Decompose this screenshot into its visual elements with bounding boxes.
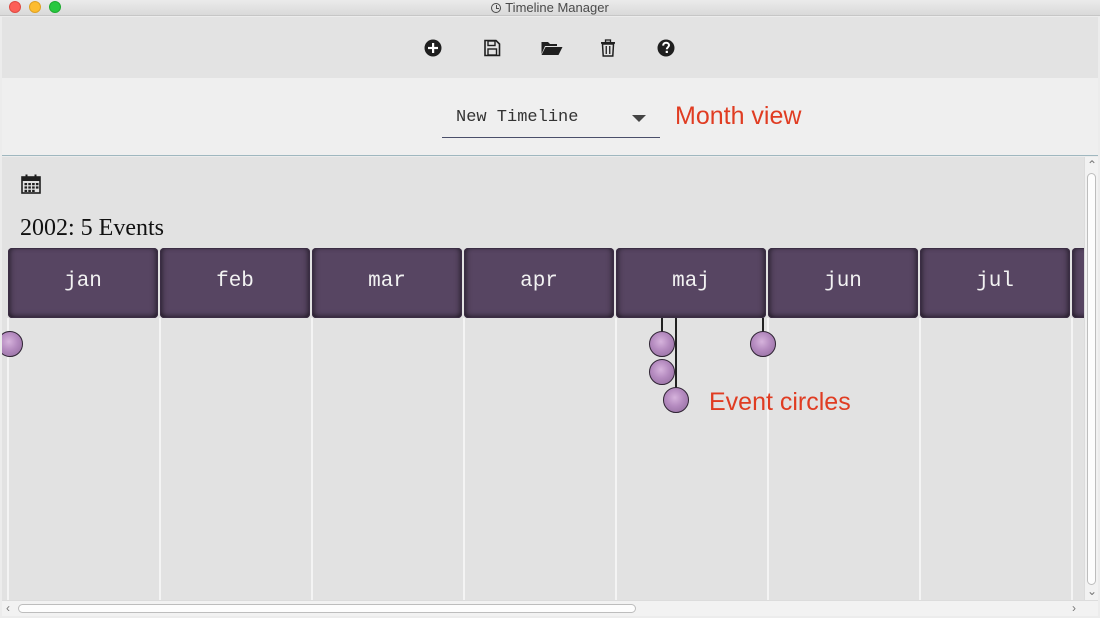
timeline-select[interactable]: New Timeline: [442, 98, 660, 138]
window-title: Timeline Manager: [505, 0, 609, 15]
timeline-view: 2002: 5 Events jan feb mar apr maj jun j…: [2, 157, 1098, 600]
event-circle[interactable]: [663, 387, 689, 413]
floppy-disk-icon: [484, 39, 501, 57]
scroll-down-icon[interactable]: ⌄: [1087, 585, 1097, 597]
question-circle-icon: [657, 39, 675, 57]
month-jun[interactable]: jun: [768, 248, 918, 318]
month-label: apr: [520, 270, 558, 293]
event-circle[interactable]: [2, 331, 23, 357]
month-label: jun: [824, 270, 862, 293]
timeline-manager-window: Timeline Manager New Timeline Month view…: [0, 0, 1100, 618]
month-feb[interactable]: feb: [160, 248, 310, 318]
chevron-down-icon[interactable]: [632, 115, 646, 122]
month-apr[interactable]: apr: [464, 248, 614, 318]
toolbar: [2, 17, 1098, 78]
calendar-icon[interactable]: [20, 173, 42, 195]
title-bar: Timeline Manager: [0, 0, 1100, 16]
timeline-selector-bar: New Timeline Month view: [2, 78, 1098, 156]
month-divider: [7, 318, 9, 600]
month-divider: [1071, 318, 1073, 600]
month-divider: [311, 318, 313, 600]
month-label: maj: [672, 270, 710, 293]
save-button[interactable]: [481, 37, 503, 59]
clock-icon: [491, 3, 502, 13]
month-label: mar: [368, 270, 406, 293]
event-stem: [675, 318, 677, 390]
event-circle[interactable]: [649, 359, 675, 385]
event-circle[interactable]: [649, 331, 675, 357]
scroll-right-icon[interactable]: ›: [1072, 602, 1076, 614]
month-maj[interactable]: maj: [616, 248, 766, 318]
scroll-up-icon[interactable]: ⌃: [1087, 159, 1097, 171]
timeline-select-value: New Timeline: [456, 108, 579, 127]
add-button[interactable]: [422, 37, 444, 59]
vertical-scrollbar[interactable]: ⌃ ⌄: [1084, 157, 1098, 600]
month-jul[interactable]: jul: [920, 248, 1070, 318]
month-jan[interactable]: jan: [8, 248, 158, 318]
month-label: jan: [64, 270, 102, 293]
month-divider: [159, 318, 161, 600]
event-stem: [762, 318, 764, 332]
vertical-scroll-thumb[interactable]: [1087, 173, 1096, 585]
delete-button[interactable]: [597, 37, 619, 59]
horizontal-scrollbar[interactable]: ‹ ›: [2, 600, 1098, 616]
month-label: jul: [976, 270, 1014, 293]
open-button[interactable]: [539, 37, 565, 59]
month-divider: [463, 318, 465, 600]
event-circles-annotation: Event circles: [709, 388, 851, 416]
month-view-annotation: Month view: [675, 102, 802, 130]
event-circle[interactable]: [750, 331, 776, 357]
plus-circle-icon: [424, 39, 442, 57]
month-divider: [615, 318, 617, 600]
horizontal-scroll-thumb[interactable]: [18, 604, 636, 613]
help-button[interactable]: [655, 37, 677, 59]
month-divider: [919, 318, 921, 600]
year-summary: 2002: 5 Events: [20, 215, 164, 241]
scroll-left-icon[interactable]: ‹: [6, 602, 10, 614]
month-divider: [767, 318, 769, 600]
month-mar[interactable]: mar: [312, 248, 462, 318]
trash-icon: [601, 39, 615, 57]
folder-open-icon: [541, 42, 563, 55]
month-label: feb: [216, 270, 254, 293]
